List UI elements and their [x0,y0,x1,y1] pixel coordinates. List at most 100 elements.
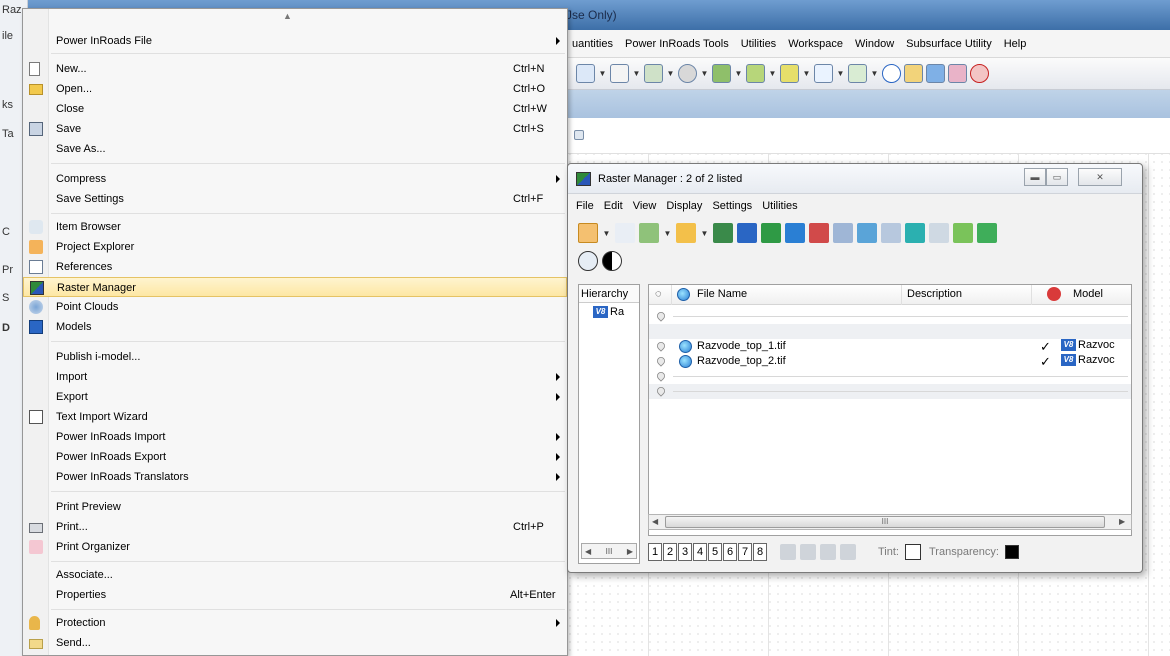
gear-cluster-icon[interactable] [678,64,697,83]
scroll-left-icon[interactable]: ◀ [652,517,658,526]
list-view-icon[interactable] [578,223,598,243]
tint-color-swatch[interactable] [905,544,921,560]
menu-power-inroads-tools[interactable]: Power InRoads Tools [619,38,735,50]
raster-tool-5-icon[interactable] [809,223,829,243]
page-6-button[interactable]: 6 [723,543,737,561]
menu-utilities[interactable]: Utilities [735,38,782,50]
hierarchy-scrollbar[interactable]: ◀ III ▶ [581,543,637,559]
layers-icon[interactable] [746,64,765,83]
stop-icon[interactable] [970,64,989,83]
menu-item-export[interactable]: Export [23,387,567,407]
raster-tool-4-icon[interactable] [785,223,805,243]
pin-icon[interactable] [655,355,667,367]
menu-item-item-browser[interactable]: Item Browser [23,217,567,237]
close-button[interactable]: ✕ [1078,168,1122,186]
dropdown-arrow-icon[interactable]: ▼ [602,229,611,238]
menu-scroll-up-icon[interactable]: ▲ [283,11,292,21]
dropdown-arrow-icon[interactable]: ▼ [802,69,811,78]
display-check[interactable]: ✓ [1040,354,1051,370]
document-icon[interactable] [610,64,629,83]
print-raster-icon[interactable] [780,544,796,560]
page-8-button[interactable]: 8 [753,543,767,561]
dropdown-arrow-icon[interactable]: ▼ [734,69,743,78]
dialog-title-bar[interactable]: Raster Manager : 2 of 2 listed ▬ ▭ ✕ [568,164,1142,194]
menu-item-references[interactable]: References [23,257,567,277]
scroll-right-icon[interactable]: ▶ [1119,517,1125,526]
page-1-button[interactable]: 1 [648,543,662,561]
menu-item-new[interactable]: New... Ctrl+N [23,59,567,79]
page-4-button[interactable]: 4 [693,543,707,561]
dlg-menu-edit[interactable]: Edit [604,200,623,212]
dlg-menu-file[interactable]: File [576,200,594,212]
page-3-button[interactable]: 3 [678,543,692,561]
menu-help[interactable]: Help [998,38,1033,50]
sort-icon[interactable] [615,223,635,243]
find-icon[interactable] [904,64,923,83]
one-to-one-icon[interactable] [578,251,598,271]
dropdown-arrow-icon[interactable]: ▼ [666,69,675,78]
raster-grid-icon[interactable] [840,544,856,560]
menu-quantities[interactable]: uantities [566,38,619,50]
menu-item-print-organizer[interactable]: Print Organizer [23,537,567,557]
dlg-menu-settings[interactable]: Settings [712,200,752,212]
column-model[interactable]: Model [1073,288,1103,300]
page-7-button[interactable]: 7 [738,543,752,561]
menu-item-associate[interactable]: Associate... [23,565,567,585]
stack-icon[interactable] [780,64,799,83]
terrain-icon[interactable] [712,64,731,83]
pin-icon[interactable] [655,370,667,382]
menu-item-send[interactable]: Send... [23,633,567,653]
dlg-menu-view[interactable]: View [633,200,657,212]
maximize-button[interactable]: ▭ [1046,168,1068,186]
menu-item-save[interactable]: Save Ctrl+S [23,119,567,139]
raster-tool-8-icon[interactable] [881,223,901,243]
menu-item-point-clouds[interactable]: Point Clouds [23,297,567,317]
dropdown-arrow-icon[interactable]: ▼ [836,69,845,78]
menu-workspace[interactable]: Workspace [782,38,849,50]
raster-tool-12-icon[interactable] [977,223,997,243]
menu-item-properties[interactable]: Properties Alt+Enter [23,585,567,605]
list-horizontal-scrollbar[interactable]: ◀ III ▶ [648,514,1132,530]
menu-item-print-preview[interactable]: Print Preview [23,497,567,517]
dropdown-arrow-icon[interactable]: ▼ [768,69,777,78]
raster-tool-10-icon[interactable] [929,223,949,243]
menu-item-power-inroads-translators[interactable]: Power InRoads Translators [23,467,567,487]
raster-tool-11-icon[interactable] [953,223,973,243]
menu-item-power-inroads-file[interactable]: Power InRoads File [23,31,567,51]
raster-tool-6-icon[interactable] [833,223,853,243]
tools-icon[interactable] [848,64,867,83]
display-check[interactable]: ✓ [1040,339,1051,355]
table-row[interactable]: Razvode_top_1.tif ✓ V8 Razvoc [649,339,1131,354]
raster-tool-7-icon[interactable] [857,223,877,243]
raster-tool-2-icon[interactable] [737,223,757,243]
pin-icon[interactable] [655,340,667,352]
menu-item-raster-manager[interactable]: Raster Manager [23,277,567,297]
dropdown-arrow-icon[interactable]: ▼ [598,69,607,78]
dropdown-arrow-icon[interactable]: ▼ [632,69,641,78]
pin-column-icon[interactable]: ◌ [655,288,662,300]
menu-item-open[interactable]: Open... Ctrl+O [23,79,567,99]
table-row[interactable]: Razvode_top_2.tif ✓ V8 Razvoc [649,354,1131,369]
page-5-button[interactable]: 5 [708,543,722,561]
menu-item-protection[interactable]: Protection [23,613,567,633]
grid-icon[interactable] [948,64,967,83]
open-raster-icon[interactable] [676,223,696,243]
menu-subsurface-utility[interactable]: Subsurface Utility [900,38,998,50]
pin-icon[interactable] [655,310,667,322]
menu-item-compress[interactable]: Compress [23,169,567,189]
dropdown-arrow-icon[interactable]: ▼ [700,229,709,238]
column-file-name[interactable]: File Name [697,288,747,300]
sparkle-icon[interactable] [814,64,833,83]
hierarchy-header[interactable]: Hierarchy [579,285,639,303]
menu-item-save-settings[interactable]: Save Settings Ctrl+F [23,189,567,209]
view-lock-icon[interactable] [574,130,584,140]
contrast-icon[interactable] [602,251,622,271]
dlg-menu-display[interactable]: Display [666,200,702,212]
menu-window[interactable]: Window [849,38,900,50]
attach-raster-icon[interactable] [639,223,659,243]
dlg-menu-utilities[interactable]: Utilities [762,200,797,212]
pin-icon[interactable] [655,385,667,397]
table-icon[interactable] [644,64,663,83]
page-2-button[interactable]: 2 [663,543,677,561]
menu-item-close[interactable]: Close Ctrl+W [23,99,567,119]
